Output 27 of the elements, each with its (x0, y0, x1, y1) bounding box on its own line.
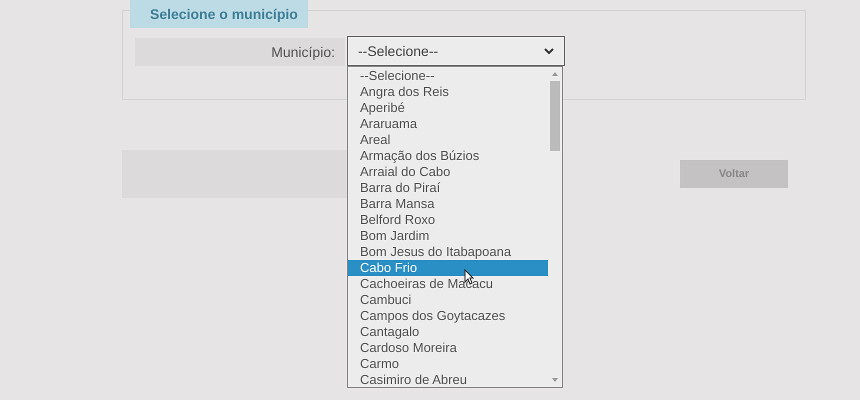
dropdown-option[interactable]: Armação dos Búzios (348, 148, 548, 164)
dropdown-option[interactable]: Barra do Piraí (348, 180, 548, 196)
dropdown-option[interactable]: Casimiro de Abreu (348, 372, 548, 388)
dropdown-option[interactable]: Bom Jesus do Itabapoana (348, 244, 548, 260)
dropdown-option[interactable]: Arraial do Cabo (348, 164, 548, 180)
scroll-down-icon[interactable] (551, 377, 559, 383)
dropdown-option[interactable]: Carmo (348, 356, 548, 372)
dropdown-option[interactable]: Barra Mansa (348, 196, 548, 212)
scrollbar-thumb[interactable] (550, 81, 560, 151)
dropdown-option[interactable]: --Selecione-- (348, 68, 548, 84)
dropdown-option[interactable]: Campos dos Goytacazes (348, 308, 548, 324)
dropdown-option[interactable]: Aperibé (348, 100, 548, 116)
dropdown-option[interactable]: Cambuci (348, 292, 548, 308)
municipality-select[interactable]: --Selecione-- (347, 36, 565, 66)
dropdown-option[interactable]: Cantagalo (348, 324, 548, 340)
dropdown-option[interactable]: Belford Roxo (348, 212, 548, 228)
dropdown-option[interactable]: Cardoso Moreira (348, 340, 548, 356)
dropdown-option[interactable]: Bom Jardim (348, 228, 548, 244)
dropdown-option[interactable]: Araruama (348, 116, 548, 132)
field-label: Município: (271, 42, 335, 62)
dropdown-option[interactable]: Angra dos Reis (348, 84, 548, 100)
dropdown-option[interactable]: Cachoeiras de Macacu (348, 276, 548, 292)
chevron-icon (544, 47, 554, 55)
scroll-up-icon[interactable] (551, 71, 559, 77)
section-legend: Selecione o município (130, 0, 308, 28)
dropdown-option[interactable]: Cabo Frio (348, 260, 548, 276)
dropdown-option[interactable]: Areal (348, 132, 548, 148)
